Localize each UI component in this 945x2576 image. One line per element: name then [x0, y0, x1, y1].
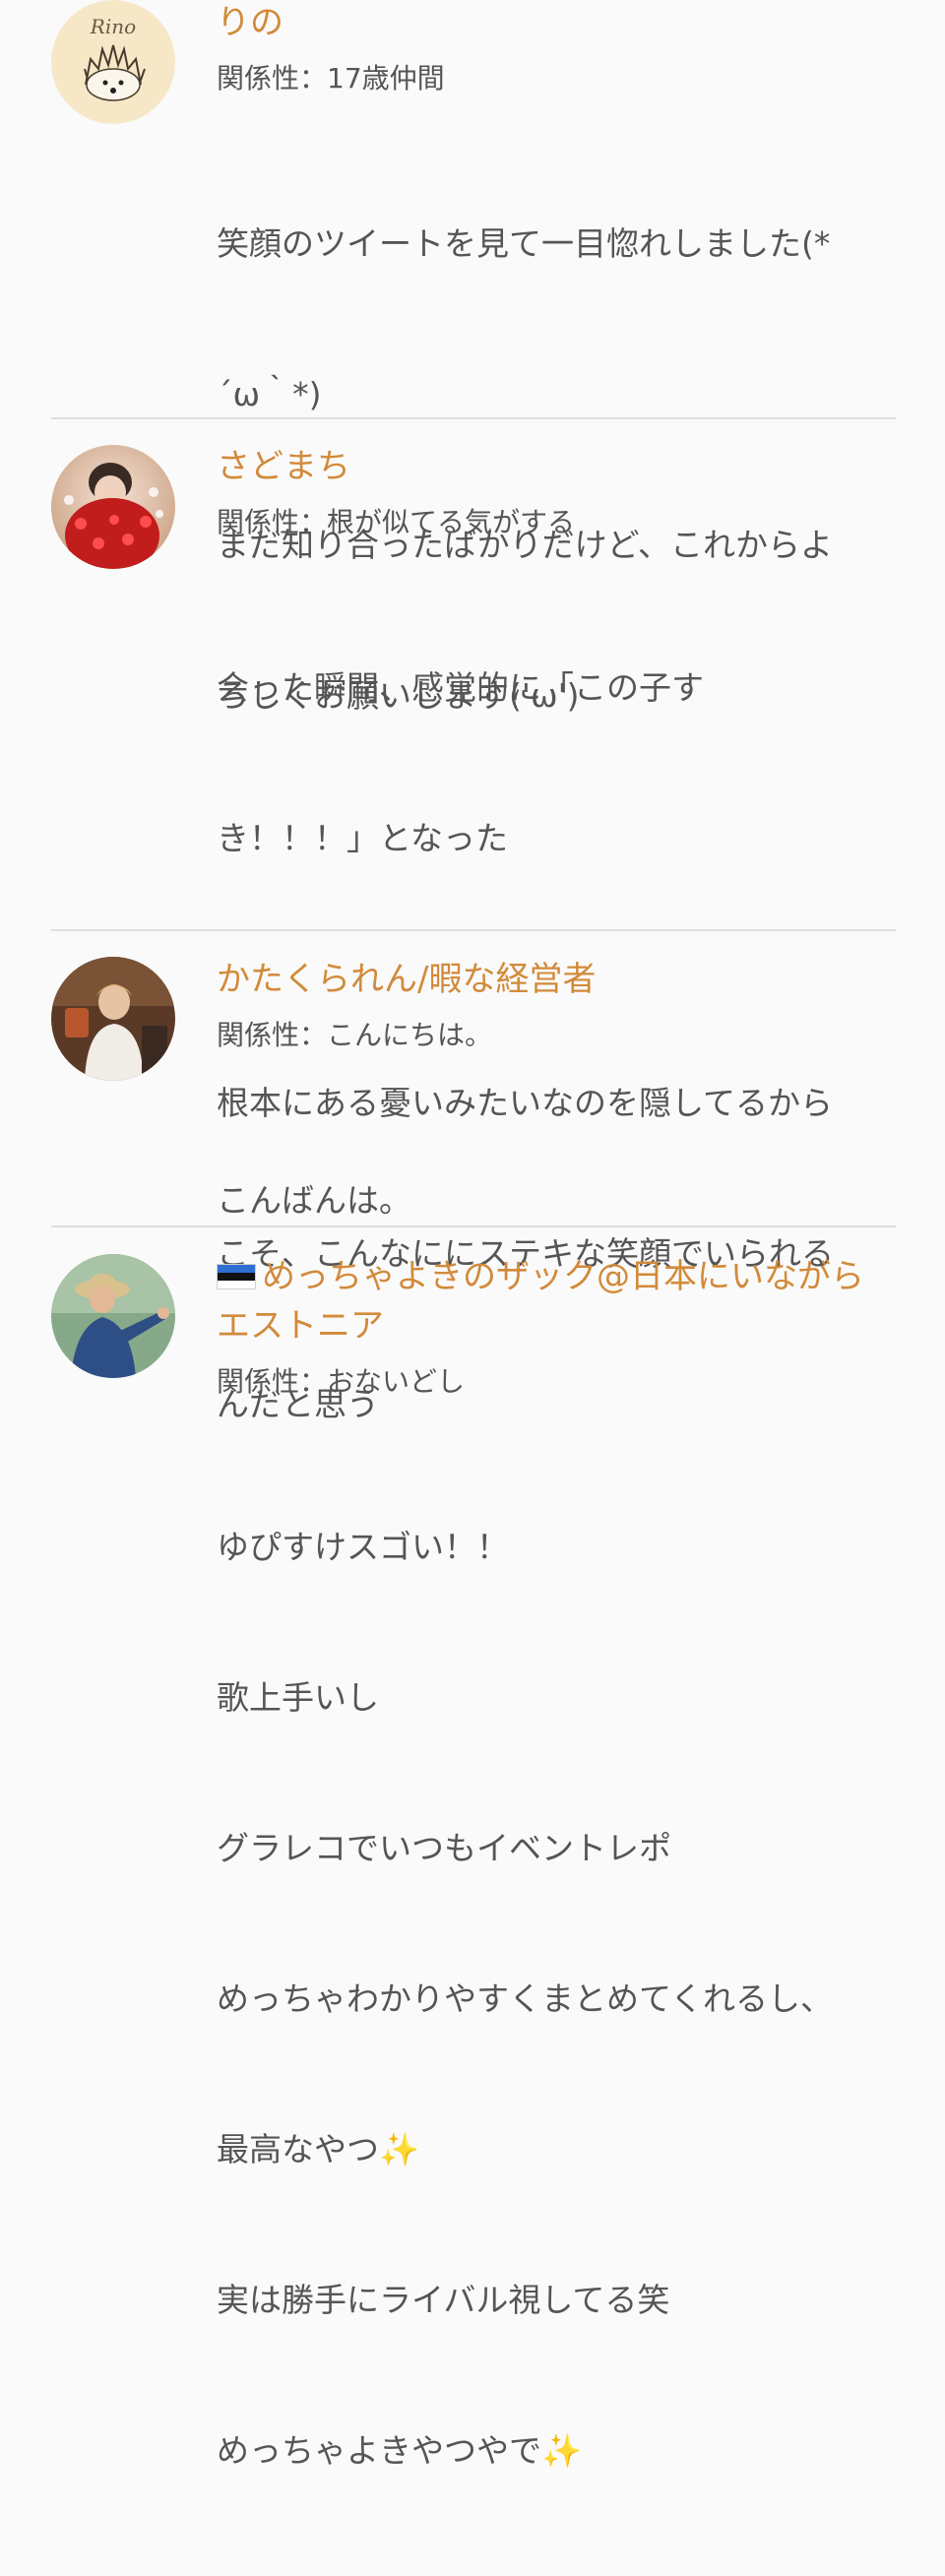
profile-photo-icon [51, 1254, 175, 1378]
author-name[interactable]: りの [217, 0, 896, 47]
author-name[interactable]: さどまち [217, 442, 896, 491]
relation-label: 関係性：こんにちは。 [217, 1019, 493, 1051]
message-line: 実は勝手にライバル視してる笑 [217, 2281, 670, 2319]
message-line: めっちゃよきやつやで✨ [217, 2431, 583, 2470]
author-name-text: エストニア [217, 1306, 384, 1346]
message-line: こんばんは。 [217, 1181, 411, 1220]
message-line: 会った瞬間、感覚的に「この子す [217, 668, 704, 707]
author-name-text: めっちゃよきのザック@日本にいながら [262, 1257, 864, 1296]
avatar[interactable] [51, 1254, 175, 1378]
estonia-flag-icon [217, 1254, 256, 1289]
profile-photo-icon [51, 957, 175, 1081]
svg-text:Rino: Rino [90, 15, 136, 38]
divider [51, 417, 896, 419]
hedgehog-logo-icon: Rino [51, 0, 175, 124]
message-line: めっちゃわかりやすくまとめてくれるし、 [217, 1979, 834, 2018]
avatar[interactable] [51, 445, 175, 569]
message-line: 歌上手いし [217, 1678, 379, 1717]
profile-photo-icon [51, 445, 175, 569]
avatar[interactable]: Rino [51, 0, 175, 124]
message-line: 笑顔のツイートを見て一目惚れしました(* [217, 224, 831, 263]
message-line: 最高なやつ✨ [217, 2130, 420, 2168]
message-line: ゆぴすけスゴい！！ [217, 1528, 509, 1566]
message-text: 会った瞬間、感覚的に「この子す き！！！」となった [217, 562, 896, 964]
author-name[interactable]: めっちゃよきのザック@日本にいながら エストニア [217, 1252, 896, 1351]
relation-label: 関係性：17歳仲間 [217, 62, 445, 94]
author-name[interactable]: かたくられん/暇な経営者 [217, 955, 896, 1004]
divider [51, 929, 896, 931]
divider [51, 1225, 896, 1227]
relation-label: 関係性：根が似てる気がする [217, 506, 576, 538]
message-line: き！！！」となった [217, 819, 509, 857]
avatar[interactable] [51, 957, 175, 1081]
relation-label: 関係性：おないどし [217, 1365, 466, 1398]
message-text: ゆぴすけスゴい！！ 歌上手いし グラレコでいつもイベントレポ めっちゃわかりやす… [217, 1421, 896, 2576]
message-line: グラレコでいつもイベントレポ [217, 1829, 671, 1867]
message-line: ´ω｀*) [217, 375, 322, 413]
